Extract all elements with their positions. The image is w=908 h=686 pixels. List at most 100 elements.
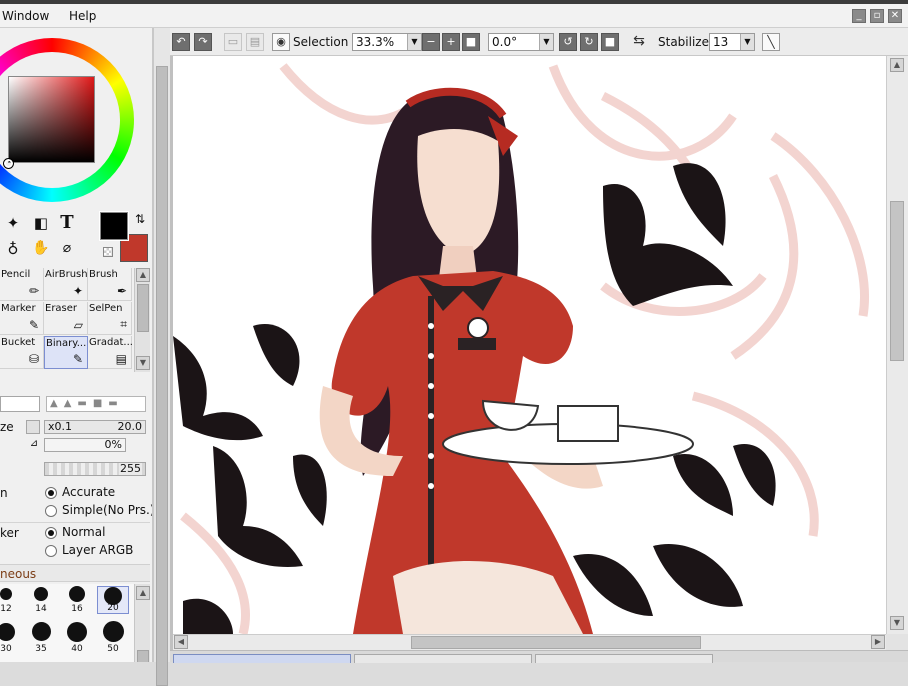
eye-icon[interactable]: ◉ (272, 33, 290, 51)
brush-icon: ✒ (116, 284, 127, 298)
vscroll-down-icon[interactable]: ▼ (890, 616, 904, 630)
tool-pencil[interactable]: Pencil ✏ (0, 268, 44, 301)
tool-selpen[interactable]: SelPen ⌗ (88, 302, 132, 335)
stabilizer-select[interactable]: 13 ▼ (709, 33, 755, 51)
selpen-icon: ⌗ (120, 317, 127, 331)
rotation-dropdown-icon: ▼ (539, 34, 553, 50)
pencil-icon: ✏ (28, 284, 39, 298)
zoom-reset-icon[interactable]: ■ (462, 33, 480, 51)
magic-wand-icon[interactable]: ✦ (2, 214, 24, 236)
layer-argb-radio[interactable] (45, 545, 57, 557)
menu-help[interactable]: Help (69, 9, 96, 23)
tool-grid: Pencil ✏ AirBrush ✦ Brush ✒ Marker ✎ Eraser ▱… (0, 268, 134, 372)
restore-button[interactable]: ▫ (870, 9, 884, 23)
bat-5 (573, 554, 653, 616)
panel-scroll-thumb[interactable] (156, 66, 168, 686)
canvas-horizontal-scrollbar[interactable]: ◀ ▶ (173, 634, 886, 650)
section-header-label: neous (0, 567, 37, 581)
tool-eraser[interactable]: Eraser ▱ (44, 302, 88, 335)
artwork-illustration (173, 63, 869, 634)
tool-airbrush[interactable]: AirBrush ✦ (44, 268, 88, 301)
bat-4 (673, 454, 733, 516)
vscroll-up-icon[interactable]: ▲ (890, 58, 904, 72)
zoom-out-icon[interactable]: − (422, 33, 440, 51)
brush-size-35[interactable]: 35 (25, 620, 57, 654)
min-size-icon: ⊿ (29, 438, 39, 449)
binary-pen-icon: ✎ (72, 352, 83, 366)
hscroll-right-icon[interactable]: ▶ (871, 635, 885, 649)
brush-size-40[interactable]: 40 (61, 620, 93, 654)
saturation-value-square[interactable] (8, 76, 95, 163)
hscroll-left-icon[interactable]: ◀ (174, 635, 188, 649)
size-slider[interactable]: x0.1 20.0 (44, 420, 146, 434)
brush-size-16[interactable]: 16 (61, 586, 93, 614)
rotate-right-icon[interactable]: ↻ (580, 33, 598, 51)
eyedropper-icon[interactable]: ⌀ (56, 240, 78, 262)
brush-shape-select[interactable] (0, 396, 40, 412)
shape-icon-cone[interactable]: ▲▲▬■▬ (46, 396, 146, 412)
tool-bucket[interactable]: Bucket ⛁ (0, 336, 44, 369)
straight-line-icon[interactable]: ╲ (762, 33, 780, 51)
layer-argb-label: Layer ARGB (62, 543, 134, 557)
brush-size-scrollbar[interactable]: ▲ (134, 584, 150, 662)
vscroll-thumb[interactable] (890, 201, 904, 361)
primary-color-swatch[interactable] (99, 211, 129, 241)
rotation-reset-icon[interactable]: ■ (601, 33, 619, 51)
lasso-icon[interactable]: ♁ (2, 240, 24, 262)
undo-icon[interactable]: ↶ (172, 33, 190, 51)
size-multiplier: x0.1 (48, 420, 73, 433)
stabilizer-dropdown-icon: ▼ (740, 34, 754, 50)
brush-scroll-up-icon[interactable]: ▲ (136, 586, 150, 600)
close-button[interactable]: ✕ (888, 9, 902, 23)
menu-window[interactable]: Window (2, 9, 49, 23)
tool-gradation[interactable]: Gradat... ▤ (88, 336, 132, 369)
simple-radio[interactable] (45, 505, 57, 517)
gradation-icon: ▤ (115, 352, 127, 366)
bat-3 (213, 446, 303, 567)
bat-4-wing (733, 444, 776, 506)
brush-size-14[interactable]: 14 (25, 586, 57, 614)
tool-binary[interactable]: Binary... ✎ (44, 336, 88, 369)
brush-size-12[interactable]: 12 (0, 586, 22, 614)
density-slider[interactable]: 255 (44, 462, 146, 476)
tool-marker[interactable]: Marker ✎ (0, 302, 44, 335)
color-picker-marker[interactable] (3, 158, 14, 169)
drawing-canvas[interactable] (173, 56, 886, 634)
text-tool-icon[interactable]: T (56, 212, 78, 234)
brush-scroll-thumb[interactable] (137, 650, 149, 662)
min-size-slider[interactable]: 0% (44, 438, 126, 452)
accurate-radio[interactable] (45, 487, 57, 499)
tool-brush[interactable]: Brush ✒ (88, 268, 132, 301)
flip-horizontal-icon[interactable]: ⇆ (630, 33, 648, 51)
canvas-vertical-scrollbar[interactable]: ▲ ▼ (886, 56, 908, 634)
hand-icon[interactable]: ✋ (30, 240, 52, 262)
invert-selection-icon[interactable]: ▤ (246, 33, 264, 51)
accurate-label: Accurate (62, 485, 116, 499)
tool-grid-scroll-thumb[interactable] (137, 284, 149, 332)
scroll-down-icon[interactable]: ▼ (136, 356, 150, 370)
zoom-in-icon[interactable]: + (442, 33, 460, 51)
section-header[interactable]: neous (0, 564, 150, 582)
brush-size-50[interactable]: 50 (97, 620, 129, 654)
size-value: 20.0 (117, 420, 143, 433)
rotate-left-icon[interactable]: ↺ (559, 33, 577, 51)
minimize-button[interactable]: _ (852, 9, 866, 23)
deselect-icon[interactable]: ▭ (224, 33, 242, 51)
scroll-up-icon[interactable]: ▲ (136, 268, 150, 282)
fill-select-icon[interactable]: ◧ (30, 214, 52, 236)
panel-scrollbar[interactable] (153, 28, 170, 686)
zoom-select[interactable]: 33.3% ▼ (352, 33, 422, 51)
swap-colors-icon[interactable]: ⇅ (135, 212, 145, 226)
rotation-select[interactable]: 0.0° ▼ (488, 33, 554, 51)
bat-2 (173, 336, 263, 441)
brush-size-30[interactable]: 30 (0, 620, 22, 654)
scrollbar-corner (886, 634, 908, 650)
hscroll-thumb[interactable] (411, 636, 701, 649)
bat-6 (183, 598, 233, 634)
tool-grid-scrollbar[interactable]: ▲ ▼ (134, 268, 150, 372)
normal-radio[interactable] (45, 527, 57, 539)
brush-size-20[interactable]: 20 (97, 586, 129, 614)
redo-icon[interactable]: ↷ (194, 33, 212, 51)
transparent-color-icon[interactable] (103, 247, 113, 257)
size-dropdown-icon[interactable] (26, 420, 40, 434)
